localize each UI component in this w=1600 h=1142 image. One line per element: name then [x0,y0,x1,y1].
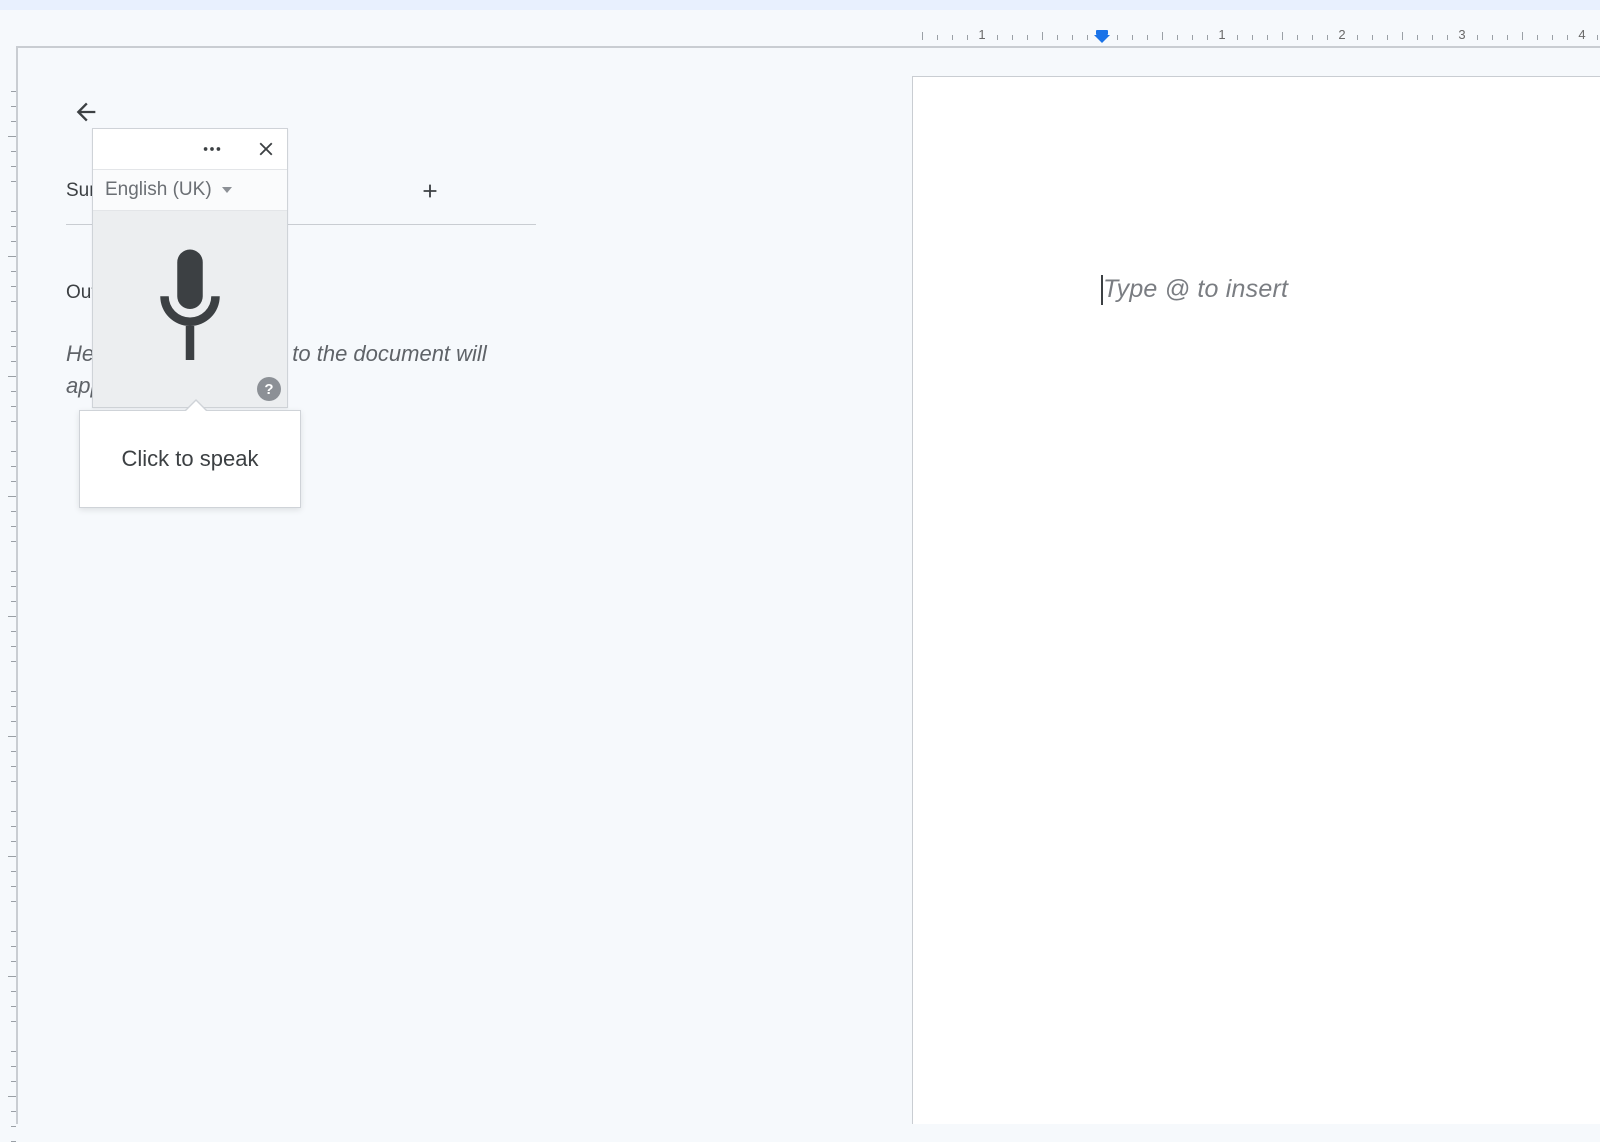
ruler-tick [1042,32,1043,40]
ruler-tick [1507,35,1508,40]
ruler-tick [1297,35,1298,40]
indent-marker[interactable] [1094,30,1110,44]
voice-help-button[interactable]: ? [257,377,281,401]
ruler-tick [1417,35,1418,40]
ruler-tick [1192,35,1193,40]
ruler-tick [922,32,923,40]
ruler-tick [1552,35,1553,40]
voice-language-select[interactable]: English (UK) [93,169,287,211]
voice-tooltip: Click to speak [79,410,301,508]
ruler-tick [8,136,16,137]
voice-language-label: English (UK) [105,179,212,201]
ruler-tick [8,376,16,377]
more-horizontal-icon [201,138,223,160]
ruler-tick [1447,35,1448,40]
ruler-tick [1387,35,1388,40]
ruler-tick [1162,32,1163,40]
ruler-tick [1567,35,1568,40]
close-icon [255,138,277,160]
ruler-tick [1537,35,1538,40]
ruler-tick [1432,35,1433,40]
microphone-icon [139,245,241,373]
ruler-tick [1147,35,1148,40]
ruler-tick [1087,35,1088,40]
ruler-tick [1522,32,1523,40]
ruler-tick [1072,35,1073,40]
ruler-tick [1027,35,1028,40]
ruler-number: 4 [1578,27,1585,42]
ruler-tick [1282,32,1283,40]
ruler-number: 3 [1458,27,1465,42]
ruler-tick [1312,35,1313,40]
add-summary-button[interactable] [416,177,444,205]
ruler-number: 2 [1338,27,1345,42]
ruler-tick [997,35,998,40]
voice-typing-card[interactable]: English (UK) ? [92,128,288,408]
ruler-tick [8,256,16,257]
arrow-left-icon [72,98,100,126]
ruler-tick [937,35,938,40]
ruler-tick [1117,35,1118,40]
top-tint [0,0,1600,10]
ruler-tick [1327,35,1328,40]
ruler-tick [8,976,16,977]
ruler-number: 1 [1218,27,1225,42]
ruler-tick [1492,35,1493,40]
ruler-tick [8,736,16,737]
ruler-tick [1252,35,1253,40]
ruler-tick [8,856,16,857]
ruler-tick [8,616,16,617]
ruler-tick [1237,35,1238,40]
ruler-tick [1357,35,1358,40]
ruler-tick [8,496,16,497]
ruler-tick [1477,35,1478,40]
voice-card-header [93,129,287,169]
ruler-tick [1372,35,1373,40]
ruler-tick [1597,35,1598,40]
ruler-tick [1207,35,1208,40]
ruler-tick [1057,35,1058,40]
outline-back-button[interactable] [66,92,106,132]
question-icon: ? [264,381,273,398]
voice-close-button[interactable] [255,138,277,160]
voice-tooltip-label: Click to speak [122,446,259,472]
ruler-number: 1 [978,27,985,42]
voice-microphone-button[interactable]: ? [93,211,287,407]
ruler-tick [1402,32,1403,40]
ruler-tick [1177,35,1178,40]
ruler-tick [8,1096,16,1097]
ruler-tick [1267,35,1268,40]
document-page[interactable]: Type @ to insert [912,76,1600,1124]
ruler-tick [952,35,953,40]
ruler-tick [1012,35,1013,40]
ruler-tick [11,1126,16,1127]
horizontal-ruler: 1 1 2 3 4 [912,14,1600,40]
voice-more-button[interactable] [201,138,223,160]
page-placeholder: Type @ to insert [1103,275,1288,304]
ruler-tick [1132,35,1133,40]
chevron-down-icon [222,187,232,193]
vertical-ruler [0,46,16,1124]
plus-icon [419,180,441,202]
ruler-tick [967,35,968,40]
